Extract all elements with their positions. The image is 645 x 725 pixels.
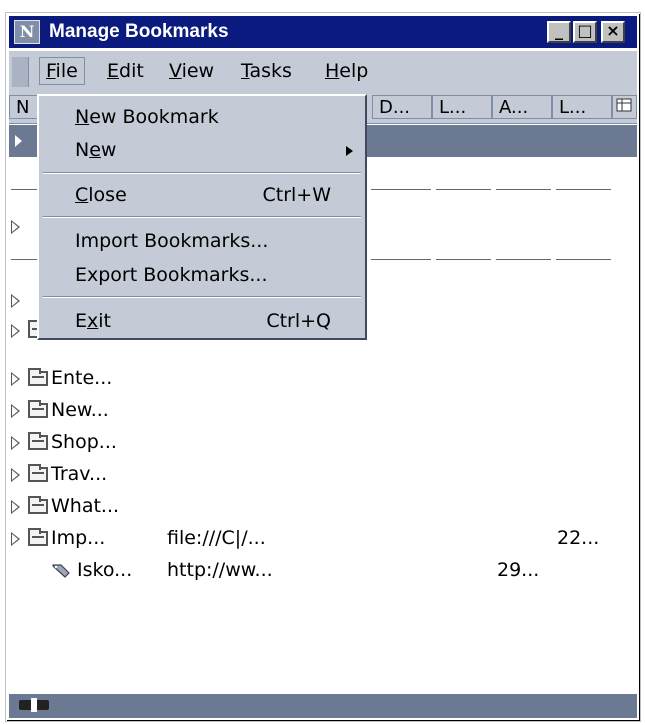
folder-label: Imp... — [51, 527, 106, 549]
folder-row[interactable]: What... — [9, 491, 629, 521]
separator-line — [371, 189, 431, 190]
folder-icon — [28, 368, 48, 386]
menubar-grip[interactable] — [12, 57, 29, 87]
folder-row[interactable]: Ente... — [9, 363, 629, 393]
folder-row[interactable]: Trav... — [9, 459, 629, 489]
column-last-visited[interactable]: L... — [552, 95, 612, 119]
menu-item-new[interactable]: New — [39, 133, 365, 167]
folder-row[interactable]: New... — [9, 395, 629, 425]
menu-bar: File Edit View Tasks Help — [9, 50, 637, 94]
folder-icon — [28, 464, 48, 482]
submenu-arrow-icon — [346, 146, 353, 156]
menu-separator — [43, 216, 361, 218]
folder-row[interactable]: Shop... — [9, 427, 629, 457]
folder-icon — [28, 528, 48, 546]
bookmark-row[interactable]: Isko... http://ww... 29... — [9, 555, 629, 585]
minimize-button[interactable]: _ — [547, 21, 571, 43]
column-description[interactable]: D... — [372, 95, 432, 119]
separator-line — [496, 259, 551, 260]
column-added[interactable]: A... — [492, 95, 552, 119]
expand-twisty-icon[interactable] — [15, 135, 22, 147]
folder-row[interactable]: Imp... file:///C|/... 22... — [9, 523, 629, 553]
folder-label: Shop... — [51, 431, 117, 453]
sidebar-grip-icon[interactable] — [19, 698, 49, 712]
exit-shortcut: Ctrl+Q — [266, 310, 331, 332]
folder-icon — [28, 496, 48, 514]
expand-twisty-icon[interactable] — [11, 220, 20, 234]
folder-label: New... — [51, 399, 109, 421]
separator-line — [496, 189, 551, 190]
close-shortcut: Ctrl+W — [262, 184, 331, 206]
status-bar — [9, 693, 637, 718]
bookmark-last-visited: 29... — [497, 559, 540, 581]
menu-file[interactable]: File — [39, 57, 85, 85]
expand-twisty-icon[interactable] — [11, 532, 20, 546]
menu-help[interactable]: Help — [319, 58, 374, 84]
menu-separator — [43, 296, 361, 298]
folder-icon — [28, 432, 48, 450]
menu-item-close[interactable]: Close Ctrl+W — [39, 178, 365, 212]
folder-label: Trav... — [51, 463, 108, 485]
menu-item-exit[interactable]: Exit Ctrl+Q — [39, 304, 365, 338]
expand-twisty-icon[interactable] — [11, 468, 20, 482]
expand-twisty-icon[interactable] — [11, 372, 20, 386]
folder-label: What... — [51, 495, 120, 517]
window-title: Manage Bookmarks — [49, 21, 229, 42]
expand-twisty-icon[interactable] — [11, 404, 20, 418]
column-location[interactable]: L... — [432, 95, 492, 119]
title-bar[interactable]: N Manage Bookmarks _ □ × — [9, 16, 637, 48]
folder-location: file:///C|/... — [167, 527, 266, 549]
bookmark-icon — [52, 564, 70, 578]
separator-line — [371, 259, 431, 260]
separator-line — [556, 189, 611, 190]
expand-twisty-icon[interactable] — [11, 500, 20, 514]
expand-twisty-icon[interactable] — [11, 436, 20, 450]
menu-item-import-bookmarks[interactable]: Import Bookmarks... — [39, 224, 365, 258]
separator-line — [436, 189, 491, 190]
menu-view[interactable]: View — [163, 58, 220, 84]
menu-item-new-bookmark[interactable]: New Bookmark — [39, 100, 365, 134]
netscape-app-icon: N — [14, 20, 40, 44]
menu-item-export-bookmarks[interactable]: Export Bookmarks... — [39, 258, 365, 292]
bookmark-label: Isko... — [77, 559, 133, 581]
separator-line — [556, 259, 611, 260]
column-picker-icon[interactable] — [612, 95, 637, 119]
close-button[interactable]: × — [601, 21, 625, 43]
expand-twisty-icon[interactable] — [11, 294, 20, 308]
folder-added: 22... — [557, 527, 600, 549]
expand-twisty-icon[interactable] — [11, 324, 20, 338]
maximize-button[interactable]: □ — [573, 21, 597, 43]
folder-label: Ente... — [51, 367, 113, 389]
bookmark-location: http://ww... — [167, 559, 273, 581]
menu-separator — [43, 172, 361, 174]
folder-icon — [28, 400, 48, 418]
file-menu-dropdown: New Bookmark New Close Ctrl+W Import Boo… — [37, 94, 367, 340]
separator-line — [436, 259, 491, 260]
menu-edit[interactable]: Edit — [101, 58, 150, 84]
column-name[interactable]: N — [9, 95, 39, 119]
menu-tasks[interactable]: Tasks — [235, 58, 298, 84]
